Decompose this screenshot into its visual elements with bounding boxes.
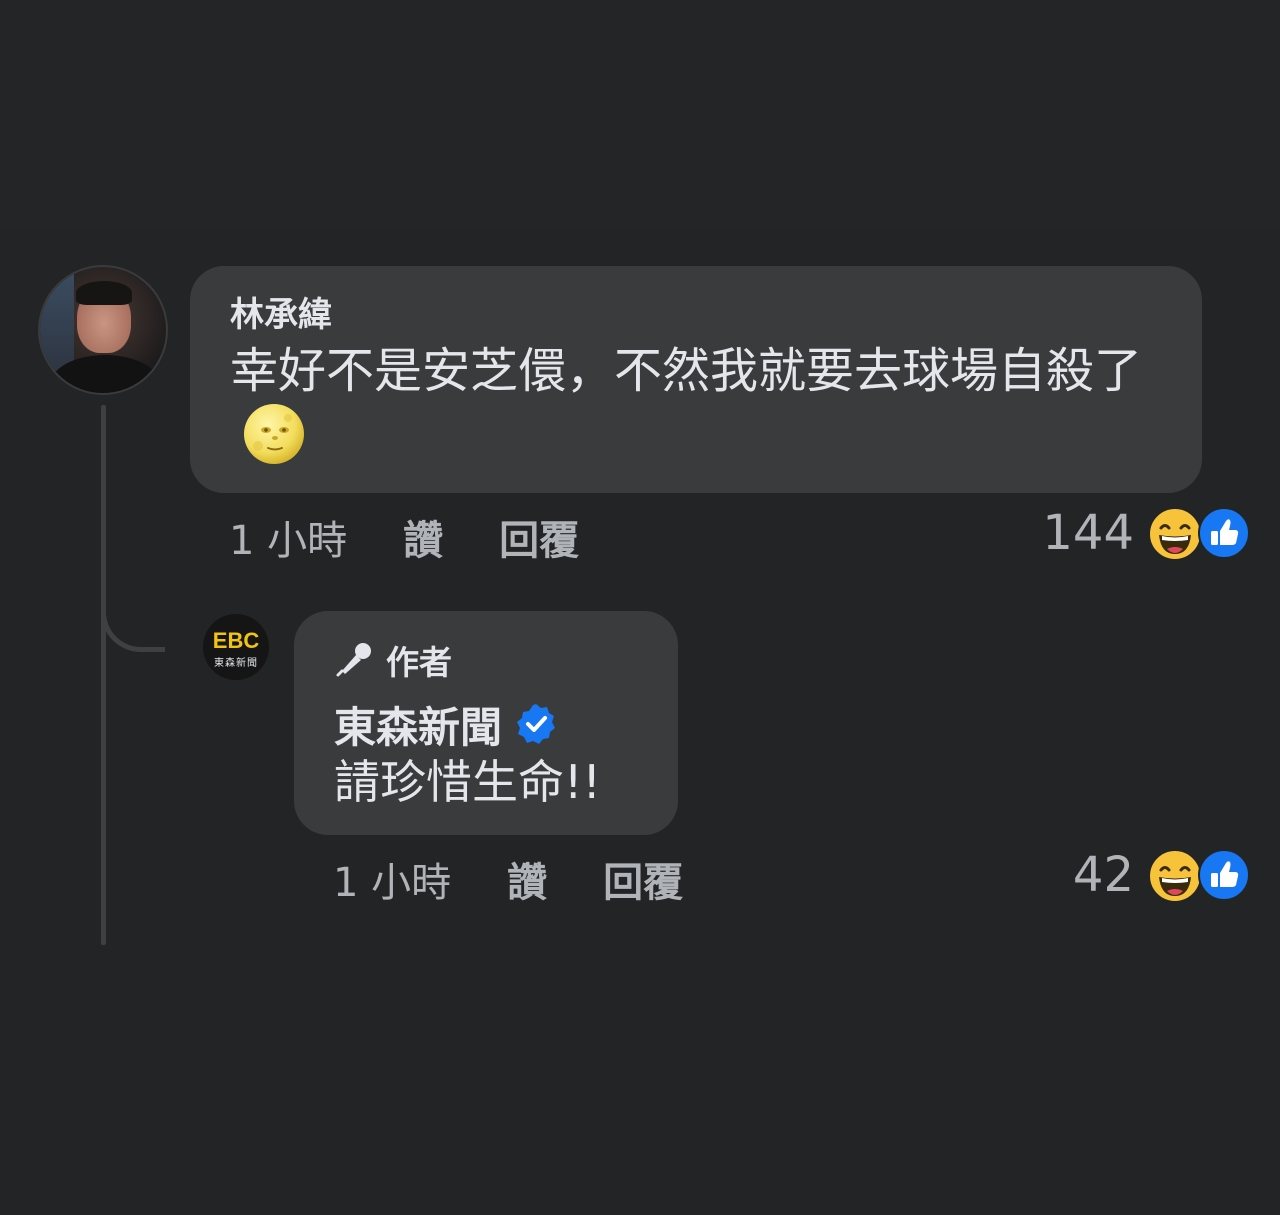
full-moon-face-emoji-icon (244, 404, 304, 464)
reply-text: 請珍惜生命!! (334, 755, 601, 809)
thumbs-up-icon (1198, 849, 1250, 901)
avatar-hair (76, 281, 132, 305)
ebc-logo-subtext: 東森新聞 (214, 658, 258, 669)
comment-actions: 1 小時 讚 回覆 (229, 507, 635, 567)
reply-bubble: 作者 東森新聞 請珍惜生命!! (294, 611, 678, 835)
reply-connector (101, 600, 165, 652)
comment-reactions[interactable] (1147, 506, 1251, 562)
comment-text-container: 幸好不是安芝儇，不然我就要去球場自殺了 (230, 340, 1162, 469)
top-empty-area (0, 0, 1280, 230)
reply-reply-button[interactable]: 回覆 (603, 850, 683, 908)
author-badge-label: 作者 (386, 643, 452, 682)
laughing-face-icon (1148, 849, 1202, 903)
thumbs-up-icon (1198, 507, 1250, 559)
microphone-icon (336, 643, 371, 677)
laughing-face-icon (1148, 507, 1202, 561)
comment-timestamp[interactable]: 1 小時 (229, 508, 347, 566)
reply-actions: 1 小時 讚 回覆 (333, 849, 739, 909)
reply-timestamp[interactable]: 1 小時 (333, 850, 451, 908)
comment-reaction-count[interactable]: 144 (994, 505, 1134, 561)
reply-reactions[interactable] (1147, 848, 1251, 904)
author-badge: 作者 (334, 637, 638, 683)
comment-author-name[interactable]: 林承緯 (230, 292, 1162, 338)
thread-line (101, 405, 106, 945)
comment-bubble: 林承緯 幸好不是安芝儇，不然我就要去球場自殺了 (190, 266, 1202, 493)
page-avatar[interactable]: EBC 東森新聞 (203, 614, 269, 680)
page-name-row: 東森新聞 (334, 695, 638, 753)
reply-like-button[interactable]: 讚 (507, 850, 547, 908)
comment-reply-button[interactable]: 回覆 (499, 508, 579, 566)
reply-author-name[interactable]: 東森新聞 (334, 694, 502, 755)
reply-reaction-count[interactable]: 42 (994, 847, 1134, 903)
commenter-avatar[interactable] (38, 265, 168, 395)
verified-badge-icon (517, 704, 556, 744)
ebc-logo-text: EBC (212, 628, 260, 653)
comment-like-button[interactable]: 讚 (403, 508, 443, 566)
comment-text: 幸好不是安芝儇，不然我就要去球場自殺了 (230, 343, 1143, 399)
